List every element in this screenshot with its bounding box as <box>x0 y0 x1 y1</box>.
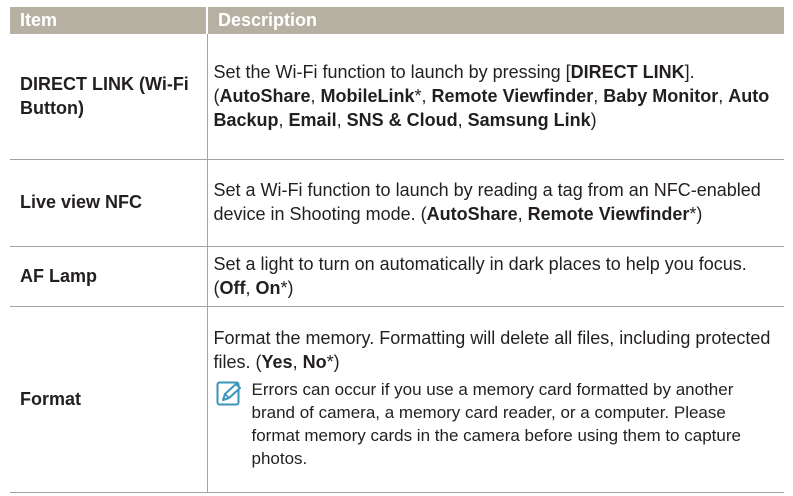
option-keyword: DIRECT LINK <box>570 61 685 82</box>
table-row: Format Format the memory. Formatting wil… <box>10 306 784 493</box>
option-keyword: Remote Viewfinder <box>431 85 594 106</box>
option-keyword: AutoShare <box>219 85 311 106</box>
description-cell: Set a Wi-Fi function to launch by readin… <box>207 159 784 247</box>
item-cell: Live view NFC <box>10 159 208 247</box>
option-keyword: No <box>302 351 327 372</box>
description-text: Format the memory. Formatting will delet… <box>213 327 771 372</box>
option-keyword: Remote Viewfinder <box>527 204 690 224</box>
note-box: Errors can occur if you use a memory car… <box>214 378 777 470</box>
option-keyword: Email <box>288 109 337 130</box>
option-keyword: SNS & Cloud <box>346 109 458 130</box>
table-header-row: Item Description <box>10 7 784 34</box>
item-cell: AF Lamp <box>10 246 208 307</box>
item-cell: Format <box>10 306 208 493</box>
option-keyword: Baby Monitor <box>603 85 719 106</box>
option-keyword: On <box>255 277 281 298</box>
option-keyword: Off <box>219 277 246 298</box>
description-cell: Format the memory. Formatting will delet… <box>207 306 784 493</box>
settings-table: Item Description DIRECT LINK (Wi-Fi Butt… <box>10 7 784 493</box>
table-row: AF Lamp Set a light to turn on automatic… <box>10 246 784 307</box>
option-keyword: Yes <box>261 351 293 372</box>
table-row: Live view NFC Set a Wi-Fi function to la… <box>10 159 784 247</box>
item-cell: DIRECT LINK (Wi-Fi Button) <box>10 34 208 160</box>
description-cell: Set the Wi-Fi function to launch by pres… <box>207 34 784 160</box>
option-keyword: AutoShare <box>426 204 518 224</box>
option-keyword: MobileLink <box>320 85 415 106</box>
description-cell: Set a light to turn on automatically in … <box>207 246 784 307</box>
note-text: Errors can occur if you use a memory car… <box>251 379 741 468</box>
column-header-item: Item <box>10 7 207 34</box>
table-row: DIRECT LINK (Wi-Fi Button) Set the Wi-Fi… <box>10 34 784 160</box>
option-keyword: Samsung Link <box>467 109 591 130</box>
column-header-description: Description <box>206 7 784 34</box>
note-pencil-icon <box>216 381 242 407</box>
